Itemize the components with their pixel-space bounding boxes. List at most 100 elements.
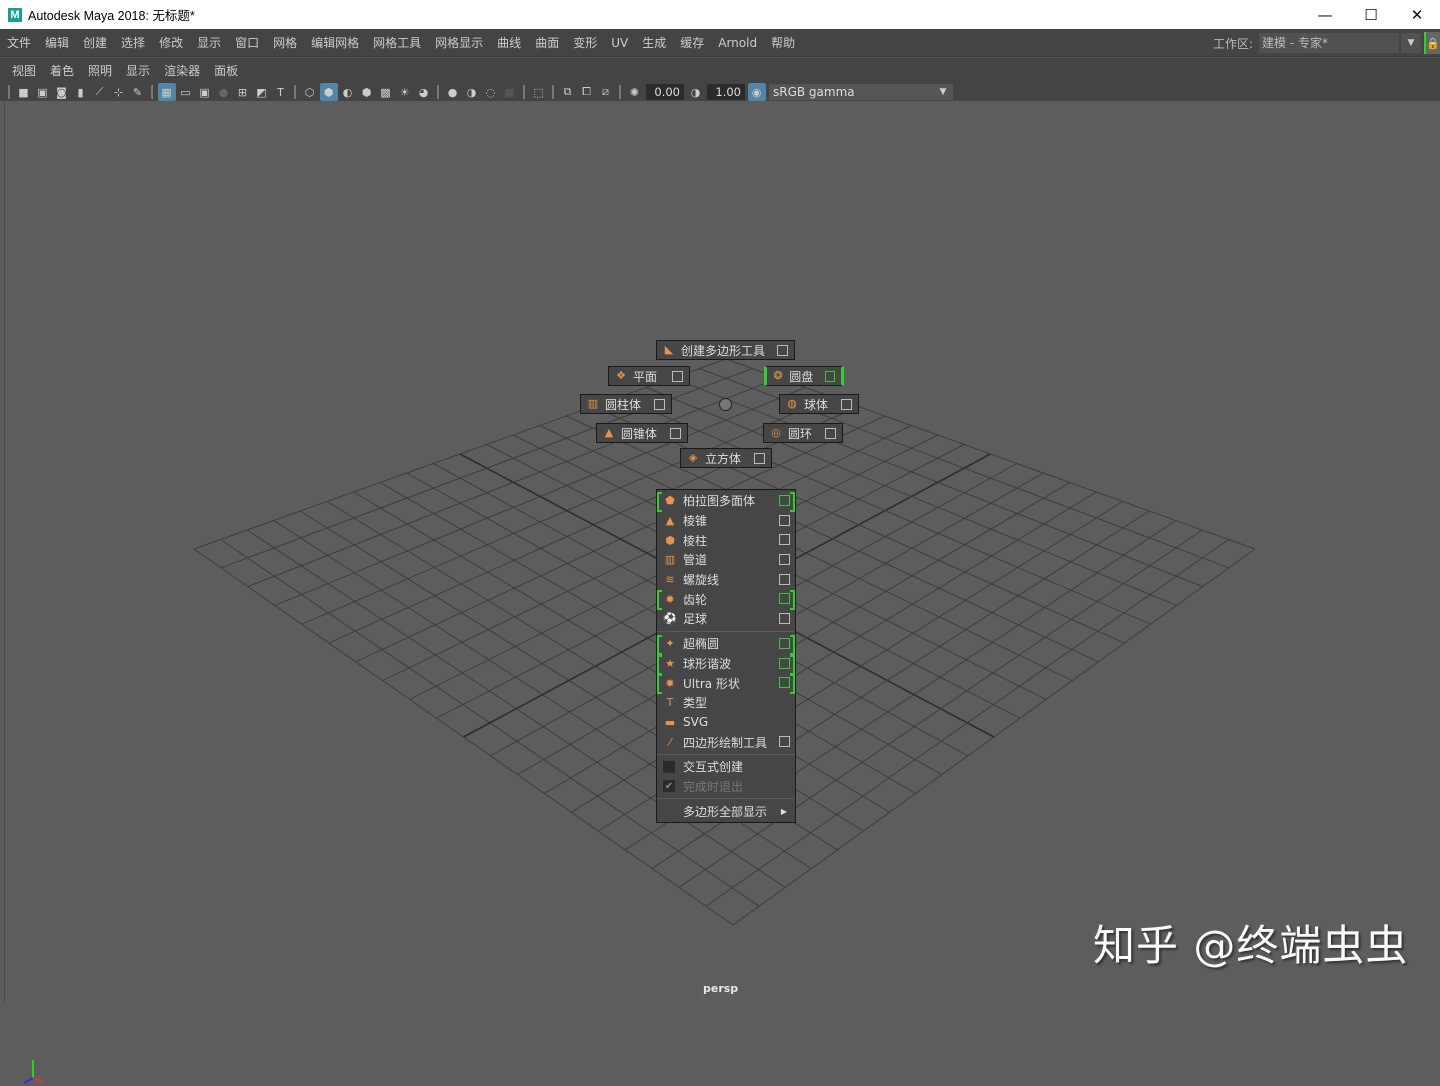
option-box[interactable] xyxy=(754,452,765,464)
option-box[interactable] xyxy=(779,534,790,546)
menu-13[interactable]: 变形 xyxy=(566,34,604,51)
menu-17[interactable]: Arnold xyxy=(711,36,764,50)
menu-14[interactable]: UV xyxy=(604,36,635,50)
panel-menu-0[interactable]: 视图 xyxy=(5,62,43,79)
marking-menu-item-disc[interactable]: ❂ 圆盘 xyxy=(764,366,844,386)
gamma-icon[interactable]: ◑ xyxy=(687,83,705,101)
isolate-select-icon[interactable]: ⬚ xyxy=(530,83,548,101)
close-button[interactable]: ✕ xyxy=(1394,0,1440,29)
menu-1[interactable]: 编辑 xyxy=(38,34,76,51)
exposure-field[interactable]: 0.00 xyxy=(646,84,684,100)
checkbox[interactable] xyxy=(663,760,675,773)
default-material-icon[interactable]: ◐ xyxy=(339,83,357,101)
film-gate-icon[interactable]: ▭ xyxy=(177,83,195,101)
marking-menu-item-torus[interactable]: ◎ 圆环 xyxy=(763,423,843,443)
chevron-down-icon[interactable]: ▼ xyxy=(933,84,953,100)
motion-blur-icon[interactable]: ◑ xyxy=(463,83,481,101)
panel-menu-5[interactable]: 面板 xyxy=(207,62,245,79)
marking-menu-item-cylinder[interactable]: ▥ 圆柱体 xyxy=(580,394,672,414)
option-box[interactable] xyxy=(779,514,790,526)
option-box[interactable] xyxy=(841,398,852,410)
wireframe-icon[interactable]: ⬡ xyxy=(301,83,319,101)
menu-item[interactable]: 交互式创建 xyxy=(657,757,795,777)
grid-icon[interactable]: ▦ xyxy=(157,83,176,101)
menu-12[interactable]: 曲面 xyxy=(528,34,566,51)
menu-6[interactable]: 窗口 xyxy=(228,34,266,51)
option-box[interactable] xyxy=(779,613,790,625)
menu-item[interactable]: ▲ 棱锥 xyxy=(657,511,795,531)
menu-9[interactable]: 网格工具 xyxy=(366,34,428,51)
select-camera-icon[interactable]: ■ xyxy=(15,83,33,101)
safe-action-icon[interactable]: ◩ xyxy=(253,83,271,101)
marking-menu-item-sphere[interactable]: ◍ 球体 xyxy=(779,394,859,414)
option-box[interactable] xyxy=(779,677,790,689)
panel-menu-4[interactable]: 渲染器 xyxy=(157,62,207,79)
menu-item[interactable]: ▥ 管道 xyxy=(657,550,795,570)
menu-8[interactable]: 编辑网格 xyxy=(304,34,366,51)
marking-menu-item-plane[interactable]: ❖ 平面 xyxy=(608,366,690,386)
menu-16[interactable]: 缓存 xyxy=(673,34,711,51)
maximize-button[interactable]: ☐ xyxy=(1348,0,1394,29)
menu-10[interactable]: 网格显示 xyxy=(428,34,490,51)
menu-item[interactable]: ⬢ 棱柱 xyxy=(657,530,795,550)
menu-item[interactable]: ✦ 超椭圆 xyxy=(657,634,795,655)
menu-item[interactable]: ▬ SVG xyxy=(657,713,795,733)
2d-pan-zoom-icon[interactable]: ⊹ xyxy=(110,83,128,101)
menu-item[interactable]: ⬟ 柏拉图多面体 xyxy=(657,491,795,512)
menu-item[interactable]: ★ 球形谐波 xyxy=(657,654,795,675)
workspace-dropdown[interactable]: 建模 - 专家* xyxy=(1259,33,1399,53)
chevron-down-icon[interactable]: ▼ xyxy=(1401,33,1421,53)
option-box[interactable] xyxy=(825,427,836,439)
menu-item[interactable]: 多边形全部显示 ▶ xyxy=(657,801,795,821)
menu-0[interactable]: 文件 xyxy=(0,34,38,51)
option-box[interactable] xyxy=(779,573,790,585)
wireframe-on-shaded-icon[interactable]: ⬢ xyxy=(358,83,376,101)
xray-joints-icon[interactable]: ⧉ xyxy=(559,83,577,101)
xray-active-icon[interactable]: ⧠ xyxy=(578,83,596,101)
exposure-icon[interactable]: ✺ xyxy=(626,83,644,101)
menu-11[interactable]: 曲线 xyxy=(490,34,528,51)
perspective-viewport[interactable]: ◣ 创建多边形工具 ❖ 平面 ❂ 圆盘 ▥ 圆柱体 ◍ 球体 ▲ 圆锥体 ◎ 圆环 ◈ 立方体 ⬟ 柏拉图多面体… xyxy=(4,101,1440,1084)
grease-pencil-icon[interactable]: ✎ xyxy=(129,83,147,101)
color-management-icon[interactable]: ◉ xyxy=(747,83,766,101)
option-box[interactable] xyxy=(779,554,790,566)
menu-item[interactable]: ✹ 齿轮 xyxy=(657,589,795,611)
option-box[interactable] xyxy=(779,495,790,506)
option-box[interactable] xyxy=(672,370,683,382)
option-box[interactable] xyxy=(779,593,790,605)
lock-icon[interactable]: 🔒 xyxy=(1424,32,1440,54)
menu-item[interactable]: ⁄ 四边形绘制工具 xyxy=(657,732,795,752)
menu-3[interactable]: 选择 xyxy=(114,34,152,51)
panel-menu-1[interactable]: 着色 xyxy=(43,62,81,79)
safe-title-icon[interactable]: T xyxy=(272,83,290,101)
field-chart-icon[interactable]: ⊞ xyxy=(234,83,252,101)
panel-menu-2[interactable]: 照明 xyxy=(81,62,119,79)
image-plane-icon[interactable]: ⟋ xyxy=(91,83,109,101)
panel-menu-3[interactable]: 显示 xyxy=(119,62,157,79)
bookmark-icon[interactable]: ▮ xyxy=(72,83,90,101)
gate-mask-icon[interactable]: ● xyxy=(215,83,233,101)
marking-menu-item-create-polygon-tool[interactable]: ◣ 创建多边形工具 xyxy=(656,340,795,360)
option-box[interactable] xyxy=(779,637,790,649)
xray-icon[interactable]: ▩ xyxy=(377,83,395,101)
menu-5[interactable]: 显示 xyxy=(190,34,228,51)
camera-attributes-icon[interactable]: ◙ xyxy=(53,83,71,101)
shadows-icon[interactable]: ◕ xyxy=(415,83,433,101)
smooth-shade-icon[interactable]: ⬢ xyxy=(319,83,338,101)
menu-7[interactable]: 网格 xyxy=(266,34,304,51)
backface-culling-icon[interactable]: ⧄ xyxy=(597,83,615,101)
menu-4[interactable]: 修改 xyxy=(152,34,190,51)
view-transform-dropdown[interactable]: sRGB gamma xyxy=(769,84,933,100)
menu-15[interactable]: 生成 xyxy=(635,34,673,51)
menu-18[interactable]: 帮助 xyxy=(764,34,802,51)
marking-menu-item-cube[interactable]: ◈ 立方体 xyxy=(680,448,772,468)
option-box[interactable] xyxy=(779,736,790,748)
menu-item[interactable]: ≋ 螺旋线 xyxy=(657,570,795,590)
menu-item[interactable]: T 类型 xyxy=(657,693,795,713)
depth-of-field-icon[interactable]: ■ xyxy=(501,83,519,101)
menu-2[interactable]: 创建 xyxy=(76,34,114,51)
toolbar-handle[interactable] xyxy=(8,85,10,99)
resolution-gate-icon[interactable]: ▣ xyxy=(196,83,214,101)
option-box[interactable] xyxy=(825,370,835,382)
marking-menu-item-cone[interactable]: ▲ 圆锥体 xyxy=(596,423,688,443)
